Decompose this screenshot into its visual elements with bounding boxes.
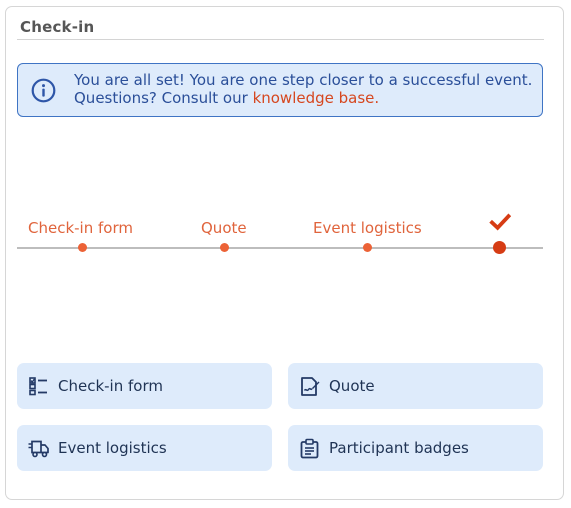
checkin-form-button-label: Check-in form bbox=[58, 377, 163, 395]
badge-clipboard-icon bbox=[300, 438, 319, 459]
info-line-2: Questions? Consult our knowledge base. bbox=[74, 89, 532, 107]
participant-badges-button[interactable]: Participant badges bbox=[288, 425, 543, 471]
title-divider bbox=[17, 39, 544, 40]
step-dot-event-logistics bbox=[363, 243, 372, 252]
info-line-2-prefix: Questions? Consult our bbox=[74, 89, 253, 107]
progress-line bbox=[17, 247, 543, 249]
participant-badges-button-label: Participant badges bbox=[329, 439, 469, 457]
info-notice: You are all set! You are one step closer… bbox=[17, 63, 543, 117]
event-logistics-button[interactable]: Event logistics bbox=[17, 425, 272, 471]
checklist-icon bbox=[29, 377, 47, 396]
quote-button-label: Quote bbox=[329, 377, 375, 395]
info-notice-text: You are all set! You are one step closer… bbox=[74, 71, 532, 107]
signed-document-icon bbox=[301, 377, 320, 396]
delivery-truck-icon bbox=[28, 440, 49, 458]
step-label-event-logistics: Event logistics bbox=[313, 219, 422, 237]
info-circle-icon bbox=[31, 78, 56, 103]
info-line-1: You are all set! You are one step closer… bbox=[74, 71, 533, 89]
checkin-form-button[interactable]: Check-in form bbox=[17, 363, 272, 409]
step-dot-complete bbox=[493, 241, 506, 254]
panel-title: Check-in bbox=[20, 18, 95, 36]
quote-button[interactable]: Quote bbox=[288, 363, 543, 409]
step-label-checkin-form: Check-in form bbox=[28, 219, 133, 237]
step-label-quote: Quote bbox=[201, 219, 247, 237]
event-logistics-button-label: Event logistics bbox=[58, 439, 167, 457]
step-dot-checkin-form bbox=[78, 243, 87, 252]
step-dot-quote bbox=[220, 243, 229, 252]
checkmark-icon bbox=[489, 213, 511, 231]
knowledge-base-link[interactable]: knowledge base. bbox=[253, 89, 380, 107]
